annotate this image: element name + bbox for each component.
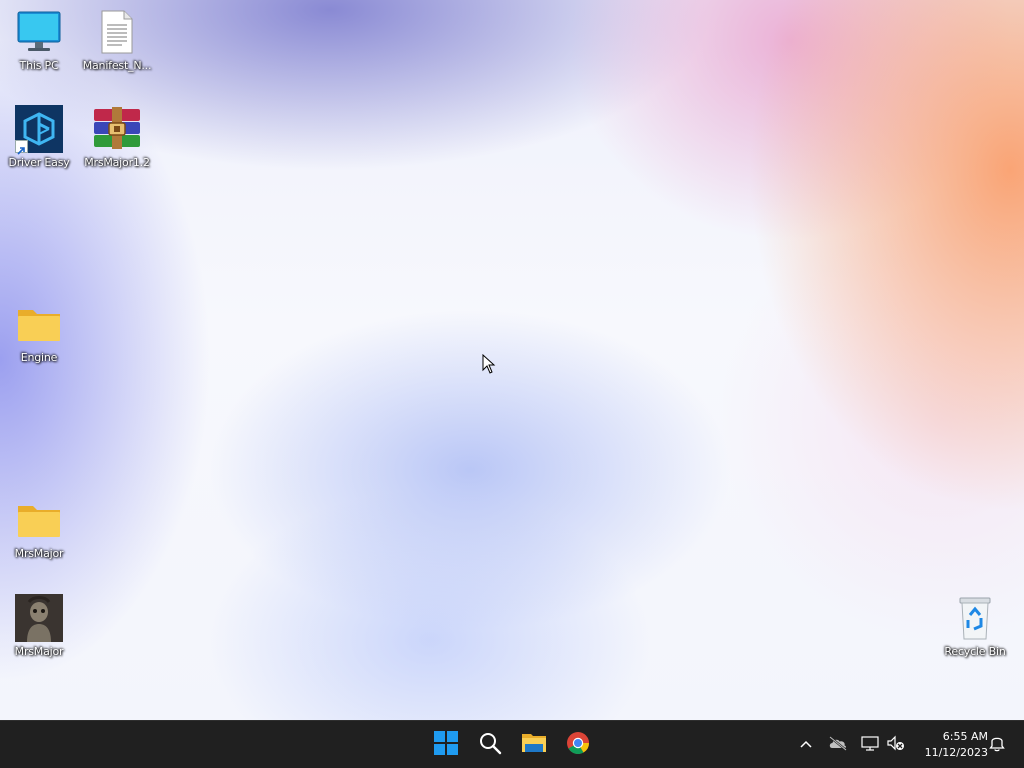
driver-easy-app-icon (15, 105, 63, 155)
network-button[interactable] (860, 735, 880, 755)
volume-muted-icon (887, 735, 905, 755)
search-button[interactable] (472, 727, 508, 763)
mouse-cursor-icon (482, 353, 496, 378)
folder-icon (15, 496, 63, 544)
file-explorer-button[interactable] (516, 727, 552, 763)
monitor-icon (15, 8, 63, 56)
taskbar: 6:55 AM 11/12/2023 (0, 720, 1024, 768)
desktop-icon-label: This PC (19, 59, 59, 72)
desktop-icon-label: MrsMajor1.2 (84, 156, 150, 169)
desktop-icon-engine-folder[interactable]: Engine (1, 300, 77, 364)
start-button[interactable] (428, 727, 464, 763)
desktop-icon-mrsmajor-image[interactable]: MrsMajor (1, 594, 77, 658)
show-hidden-icons-button[interactable] (796, 735, 816, 755)
chrome-icon (566, 731, 590, 759)
desktop-icon-label: Recycle Bin (944, 645, 1006, 658)
desktop-icon-label: Manifest_N... (82, 59, 152, 72)
desktop-icon-label: Driver Easy (8, 156, 70, 169)
desktop-icon-label: Engine (20, 351, 58, 364)
desktop-icon-mrsmajor-archive[interactable]: MrsMajor1.2 (79, 105, 155, 169)
desktop-icon-mrsmajor-folder[interactable]: MrsMajor (1, 496, 77, 560)
desktop-icon-manifest[interactable]: Manifest_N... (79, 8, 155, 72)
desktop[interactable]: This PC Manifest_N... Driver Easy MrsMaj… (0, 0, 1024, 720)
desktop-icon-this-pc[interactable]: This PC (1, 8, 77, 72)
clock[interactable]: 6:55 AM 11/12/2023 (912, 729, 988, 761)
onedrive-button[interactable] (828, 735, 848, 755)
desktop-icon-driver-easy[interactable]: Driver Easy (1, 105, 77, 169)
notification-bell-icon (989, 734, 1005, 756)
folder-icon (15, 300, 63, 348)
clock-date: 11/12/2023 (924, 746, 988, 759)
windows-start-icon (434, 731, 458, 759)
image-thumbnail-icon (15, 594, 63, 642)
volume-button[interactable] (886, 735, 906, 755)
recycle-bin-icon (951, 594, 999, 642)
chevron-up-icon (799, 736, 813, 755)
shortcut-arrow-icon (15, 140, 28, 155)
desktop-icon-label: MrsMajor (14, 645, 64, 658)
text-document-icon (93, 8, 141, 56)
notifications-button[interactable] (987, 735, 1007, 755)
desktop-icon-label: MrsMajor (14, 547, 64, 560)
file-explorer-icon (521, 731, 547, 759)
network-icon (861, 735, 879, 755)
chrome-button[interactable] (560, 727, 596, 763)
onedrive-offline-icon (828, 735, 848, 755)
winrar-archive-icon (93, 105, 141, 153)
clock-time: 6:55 AM (942, 730, 988, 743)
desktop-icon-recycle-bin[interactable]: Recycle Bin (937, 594, 1013, 658)
search-icon (478, 731, 502, 759)
